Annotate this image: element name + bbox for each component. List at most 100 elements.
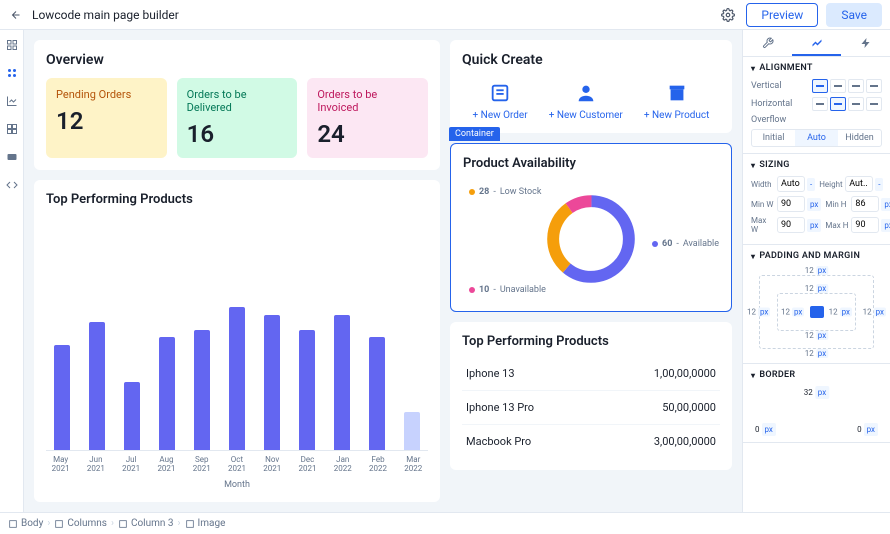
bar[interactable] (89, 322, 105, 450)
height-unit[interactable]: - (875, 178, 883, 191)
bar-chart-card[interactable]: Top Performing Products May2021Jun2021Ju… (34, 180, 440, 502)
inspector-panel: Alignment Vertical Horizontal (742, 30, 890, 512)
components-icon[interactable] (5, 66, 19, 80)
card-icon[interactable] (5, 150, 19, 164)
table-row[interactable]: Macbook Pro3,00,00,0000 (462, 425, 720, 458)
crumb[interactable]: Body (8, 518, 43, 529)
align-stretch-v[interactable] (866, 79, 882, 93)
crumb[interactable]: Columns (54, 518, 107, 529)
preview-button[interactable]: Preview (746, 3, 818, 27)
border-right[interactable]: 0px (857, 423, 878, 436)
chart-icon[interactable] (5, 94, 19, 108)
align-stretch-h[interactable] (866, 97, 882, 111)
align-center[interactable] (830, 97, 846, 111)
maxh-input[interactable] (851, 217, 879, 233)
overview-title: Overview (46, 52, 428, 68)
margin-bottom[interactable]: 12px (805, 349, 828, 358)
overflow-hidden[interactable]: Hidden (838, 130, 881, 146)
border-top[interactable]: 32px (804, 386, 829, 399)
tab-actions[interactable] (841, 30, 890, 56)
quick-create-item[interactable]: + New Customer (549, 82, 623, 121)
bar[interactable] (159, 337, 175, 450)
crumb[interactable]: Column 3 (118, 518, 174, 529)
overview-card[interactable]: Overview Pending Orders12Orders to be De… (34, 40, 440, 170)
link-icon[interactable] (810, 306, 824, 318)
stat-card[interactable]: Orders to be Invoiced24 (307, 78, 428, 158)
quick-create-card[interactable]: Quick Create + New Order+ New Customer+ … (450, 40, 732, 133)
legend-available: 60 - Available (652, 239, 719, 249)
code-icon[interactable] (5, 178, 19, 192)
archive-icon (666, 82, 688, 104)
margin-right[interactable]: 12px (863, 308, 886, 317)
crumb[interactable]: Image (185, 518, 226, 529)
width-unit[interactable]: - (807, 178, 815, 191)
gear-icon[interactable] (718, 5, 738, 25)
legend-unavailable: 10 - Unavailable (469, 285, 546, 295)
margin-top[interactable]: 12px (805, 266, 828, 275)
border-left[interactable]: 0px (755, 423, 776, 436)
padding-left[interactable]: 12px (781, 308, 804, 317)
maxw-unit[interactable]: px (807, 219, 821, 232)
stat-card[interactable]: Orders to be Delivered16 (177, 78, 298, 158)
back-icon[interactable] (8, 7, 24, 23)
width-input[interactable] (777, 176, 805, 192)
overflow-auto[interactable]: Auto (795, 130, 838, 146)
bar[interactable] (194, 330, 210, 450)
person-icon (575, 82, 597, 104)
x-axis-title: Month (46, 480, 428, 490)
top-products-table[interactable]: Top Performing Products Iphone 131,00,00… (450, 322, 732, 470)
horizontal-align-group (812, 97, 882, 111)
bar[interactable] (369, 337, 385, 450)
tab-settings[interactable] (743, 30, 792, 56)
align-bottom[interactable] (848, 79, 864, 93)
padding-bottom[interactable]: 12px (805, 331, 828, 340)
overflow-initial[interactable]: Initial (752, 130, 795, 146)
minh-unit[interactable]: px (881, 198, 890, 211)
height-input[interactable] (845, 176, 873, 192)
donut-chart (541, 189, 641, 289)
padding-right[interactable]: 12px (829, 308, 852, 317)
overflow-toggle: InitialAutoHidden (751, 129, 882, 147)
quick-create-item[interactable]: + New Product (644, 82, 710, 121)
stat-card[interactable]: Pending Orders12 (46, 78, 167, 158)
section-border: Border 32px 0px 0px (743, 364, 890, 443)
grid-icon[interactable] (5, 122, 19, 136)
topbar: Lowcode main page builder Preview Save (0, 0, 890, 30)
save-button[interactable]: Save (826, 3, 882, 27)
legend-low-stock: 28 - Low Stock (469, 187, 541, 197)
bar[interactable] (124, 382, 140, 450)
bar[interactable] (54, 345, 70, 450)
minh-input[interactable] (851, 196, 879, 212)
layout-icon[interactable] (5, 38, 19, 52)
bar[interactable] (229, 307, 245, 450)
bar-label: Sep2021 (187, 455, 216, 474)
list-icon (489, 82, 511, 104)
bar-label: Jun2021 (81, 455, 110, 474)
margin-left[interactable]: 12px (747, 308, 770, 317)
tab-style[interactable] (792, 30, 841, 56)
align-left[interactable] (812, 97, 828, 111)
bar-label: Nov2021 (258, 455, 287, 474)
minw-input[interactable] (777, 196, 805, 212)
align-right[interactable] (848, 97, 864, 111)
align-middle[interactable] (830, 79, 846, 93)
padding-top[interactable]: 12px (805, 284, 828, 293)
vertical-align-group (812, 79, 882, 93)
table-row[interactable]: Iphone 131,00,00,0000 (462, 357, 720, 391)
bar-label: Jul2021 (117, 455, 146, 474)
page-title: Lowcode main page builder (32, 8, 710, 22)
table-title: Top Performing Products (462, 334, 720, 349)
bar[interactable] (264, 315, 280, 450)
chart-title: Top Performing Products (46, 192, 428, 207)
minw-unit[interactable]: px (807, 198, 821, 211)
table-row[interactable]: Iphone 13 Pro50,00,0000 (462, 391, 720, 425)
bar[interactable] (299, 330, 315, 450)
align-top[interactable] (812, 79, 828, 93)
bar[interactable] (404, 412, 420, 450)
quick-create-item[interactable]: + New Order (473, 82, 528, 121)
bar[interactable] (334, 315, 350, 450)
maxw-input[interactable] (777, 217, 805, 233)
availability-card[interactable]: Product Availability 28 - Low Stock 60 -… (450, 143, 732, 312)
selection-tag[interactable]: Container (449, 127, 500, 141)
maxh-unit[interactable]: px (881, 219, 890, 232)
